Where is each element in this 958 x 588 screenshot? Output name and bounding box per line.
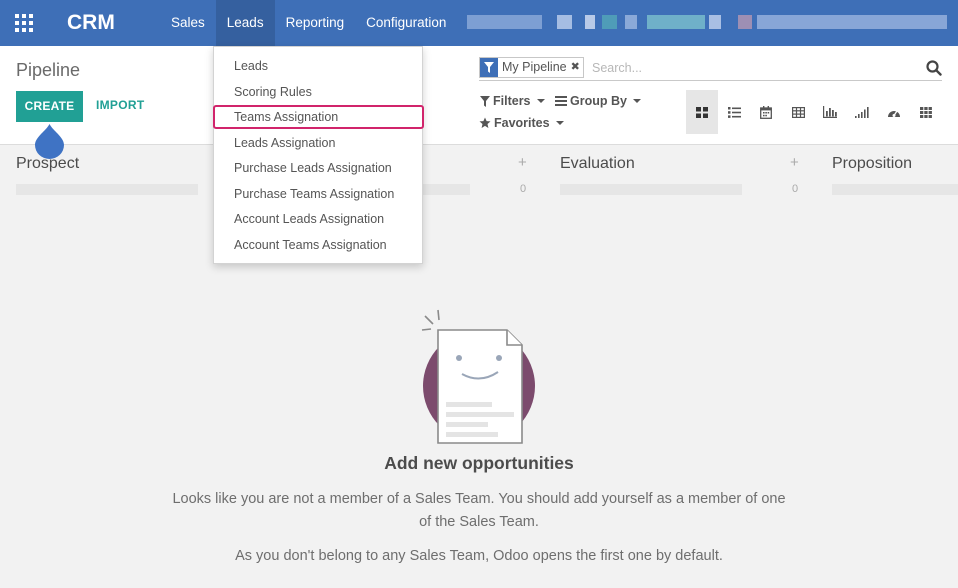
search-icon[interactable] [926,60,942,81]
calendar-view-button[interactable] [750,90,782,134]
menu-item-purchase-teams-assignation[interactable]: Purchase Teams Assignation [234,187,394,201]
table-icon [791,106,805,118]
search-input[interactable] [592,59,912,77]
breadcrumb: Pipeline [16,60,81,80]
menu-leads[interactable]: Leads [215,0,275,46]
menu-sales[interactable]: Sales [160,0,216,46]
groupby-label: Group By [570,94,627,108]
chevron-down-icon [632,99,641,103]
pin-marker-icon [35,124,64,159]
create-button[interactable]: CREATE [16,91,83,122]
filters-label: Filters [493,94,531,108]
empty-state-text-2: As you don't belong to any Sales Team, O… [235,548,723,564]
grid-view-button[interactable] [910,90,942,134]
filters-toggle[interactable]: Filters [480,94,545,108]
bar-chart-icon [823,106,837,118]
filter-icon [480,95,490,107]
menu-item-leads[interactable]: Leads [234,59,268,73]
empty-state-text: Looks like you are not a member of a Sal… [172,491,786,530]
list-view-button[interactable] [718,90,750,134]
kanban-view-button[interactable] [686,90,718,134]
calendar-icon [760,105,772,119]
menu-configuration[interactable]: Configuration [355,0,457,46]
signal-icon [855,106,869,118]
menu-item-account-teams-assignation[interactable]: Account Teams Assignation [234,238,387,252]
apps-menu-icon[interactable] [15,14,33,32]
column-progressbar [560,184,742,195]
grid-icon [920,106,932,118]
favorites-label: Favorites [494,116,550,130]
control-panel: Pipeline CREATE IMPORT My Pipeline ✖ Fil… [0,46,958,145]
gauge-icon [888,110,900,117]
pivot-view-button[interactable] [782,90,814,134]
menu-item-account-leads-assignation[interactable]: Account Leads Assignation [234,212,384,226]
facet-value: My Pipeline [502,60,567,74]
list-icon [727,106,741,118]
dashboard-view-button[interactable] [878,90,910,134]
graph-view-button[interactable] [814,90,846,134]
groupby-toggle[interactable]: Group By [555,94,641,108]
chevron-down-icon [555,121,564,125]
favorites-toggle[interactable]: Favorites [479,116,564,130]
search-facet: My Pipeline ✖ [479,57,584,78]
app-brand[interactable]: CRM [67,11,115,35]
import-button[interactable]: IMPORT [96,98,144,112]
kanban-icon [696,106,708,118]
bars-icon [555,96,567,106]
chevron-down-icon [536,99,545,103]
menu-item-teams-assignation[interactable]: Teams Assignation [234,110,338,124]
star-icon [479,117,491,128]
column-progressbar [420,184,470,195]
column-count: 0 [792,183,799,195]
cohort-view-button[interactable] [846,90,878,134]
menu-item-scoring-rules[interactable]: Scoring Rules [234,85,312,99]
main-menu: Sales Leads Reporting Configuration [160,0,457,46]
column-count: 0 [520,183,527,195]
leads-dropdown-menu: Leads Scoring Rules Teams Assignation Le… [213,46,424,264]
empty-state-title: Add new opportunities [384,453,574,473]
top-navbar: CRM Sales Leads Reporting Configuration [0,0,958,46]
menu-item-purchase-leads-assignation[interactable]: Purchase Leads Assignation [234,161,392,175]
view-switcher [686,90,942,134]
column-title-evaluation: Evaluation [560,155,635,172]
empty-state-illustration [421,309,535,444]
search-bar: My Pipeline ✖ [479,57,942,81]
facet-remove-icon[interactable]: ✖ [571,58,583,77]
column-title-proposition: Proposition [832,155,913,172]
column-add-icon[interactable]: + [518,154,527,171]
menu-item-leads-assignation[interactable]: Leads Assignation [234,136,335,150]
column-add-icon[interactable]: + [790,154,799,171]
menu-reporting[interactable]: Reporting [275,0,356,46]
filter-icon [480,58,498,77]
column-progressbar [16,184,198,195]
column-progressbar [832,184,958,195]
